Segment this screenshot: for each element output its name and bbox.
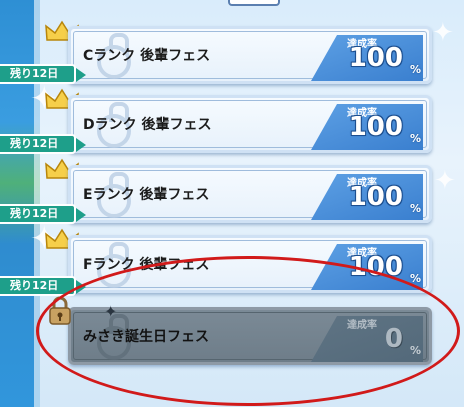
fes-card[interactable]: Dランク 後輩フェス 達成率 100 % (68, 95, 432, 153)
percent-sign: % (409, 63, 421, 76)
rate-value: 100 (348, 43, 403, 73)
star-decoration-icon: ✦ (434, 166, 456, 196)
days-left-badge: 残り12日 (0, 134, 86, 154)
star-decoration-icon: ✦ (432, 18, 454, 48)
days-left-badge: 残り12日 (0, 64, 86, 84)
rate-value: 100 (348, 182, 403, 212)
top-tab-partial (228, 0, 280, 6)
fes-title: Eランク 後輩フェス (83, 187, 210, 203)
red-annotation-circle (36, 256, 460, 406)
percent-sign: % (409, 132, 421, 145)
percent-sign: % (409, 202, 421, 215)
fes-card[interactable]: Eランク 後輩フェス 達成率 100 % (68, 165, 432, 223)
rate-value: 100 (348, 112, 403, 142)
fes-card[interactable]: Cランク 後輩フェス 達成率 100 % (68, 26, 432, 84)
days-left-badge: 残り12日 (0, 204, 86, 224)
fes-title: Cランク 後輩フェス (83, 48, 211, 64)
fes-title: Dランク 後輩フェス (83, 117, 212, 133)
